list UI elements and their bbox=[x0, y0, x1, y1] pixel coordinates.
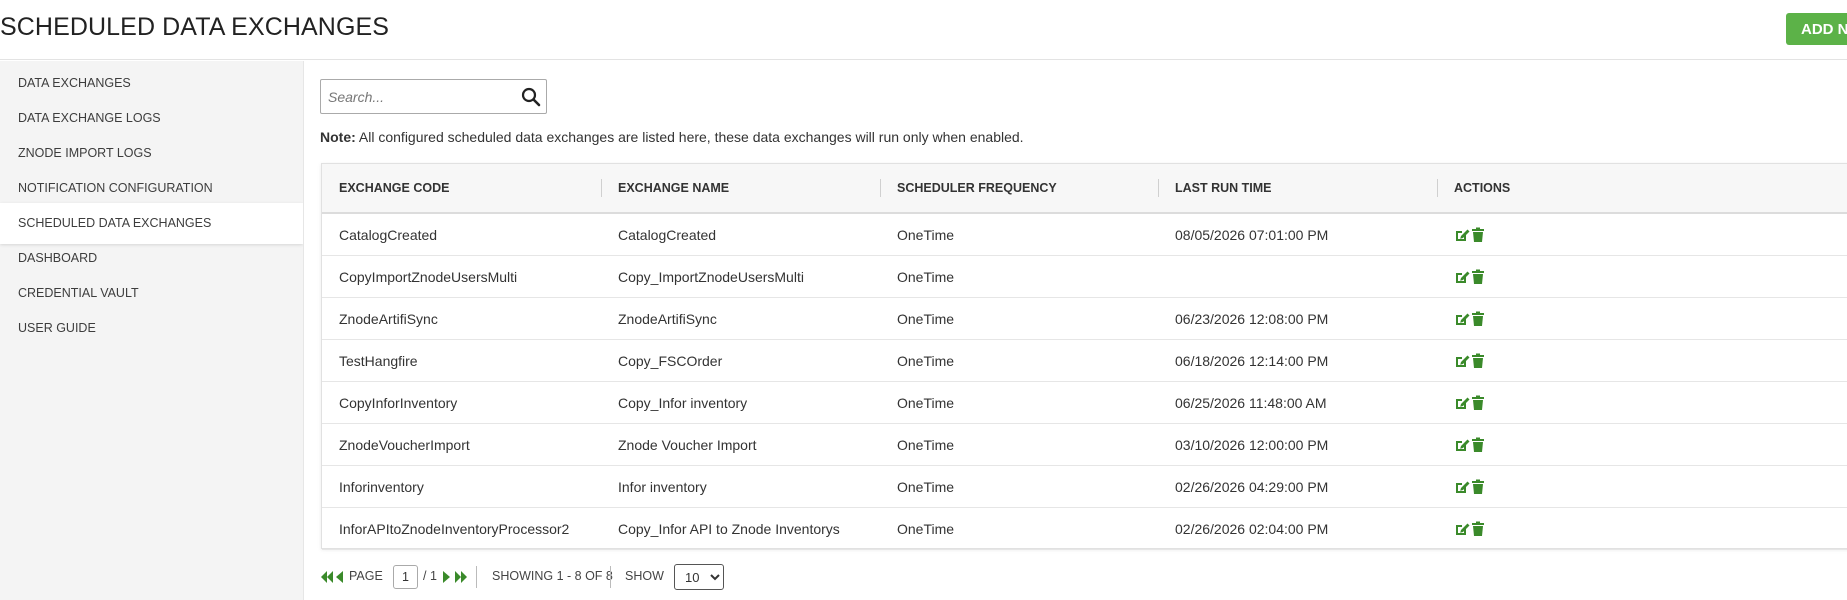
last-run-time-cell: 06/25/2026 11:48:00 AM bbox=[1175, 395, 1327, 411]
exchange-name-cell: Infor inventory bbox=[618, 479, 707, 495]
last-page-icon[interactable] bbox=[455, 570, 467, 584]
last-run-time-cell: 06/18/2026 12:14:00 PM bbox=[1175, 353, 1329, 369]
delete-icon[interactable] bbox=[1470, 227, 1486, 243]
page-label: PAGE bbox=[349, 569, 383, 583]
edit-icon[interactable] bbox=[1454, 269, 1470, 285]
show-label: SHOW bbox=[625, 569, 664, 583]
table-row: ZnodeVoucherImport Znode Voucher Import On… bbox=[322, 424, 1847, 466]
pagination: PAGE / 1 SHOWING 1 - 8 OF 8 SHOW 10 bbox=[321, 563, 921, 591]
showing-count: SHOWING 1 - 8 OF 8 bbox=[492, 569, 613, 583]
exchange-code-cell: InforAPItoZnodeInventoryProcessor2 bbox=[339, 521, 570, 537]
delete-icon[interactable] bbox=[1470, 479, 1486, 495]
edit-icon[interactable] bbox=[1454, 437, 1470, 453]
sidebar-item-user-guide[interactable]: USER GUIDE bbox=[0, 308, 303, 349]
exchange-code-cell: CopyImportZnodeUsersMulti bbox=[339, 269, 518, 285]
column-divider bbox=[1158, 179, 1159, 197]
edit-icon[interactable] bbox=[1454, 353, 1470, 369]
next-page-icon[interactable] bbox=[443, 570, 450, 584]
note-text: Note: All configured scheduled data exch… bbox=[320, 129, 1024, 145]
table-header: EXCHANGE CODE EXCHANGE NAME SCHEDULER FR… bbox=[322, 164, 1847, 214]
edit-icon[interactable] bbox=[1454, 227, 1470, 243]
delete-icon[interactable] bbox=[1470, 311, 1486, 327]
frequency-cell: OneTime bbox=[897, 227, 955, 243]
table-row: TestHangfire Copy_FSCOrder OneTime 06/18/20… bbox=[322, 340, 1847, 382]
frequency-cell: OneTime bbox=[897, 479, 955, 495]
table-row: InforAPItoZnodeInventoryProcessor2 Copy_I… bbox=[322, 508, 1847, 550]
table-row: ZnodeArtifiSync ZnodeArtifiSync OneTime 06/… bbox=[322, 298, 1847, 340]
frequency-cell: OneTime bbox=[897, 437, 955, 453]
frequency-cell: OneTime bbox=[897, 395, 955, 411]
page-header: SCHEDULED DATA EXCHANGES ADD NEW bbox=[0, 0, 1847, 60]
exchange-code-cell: CopyInforInventory bbox=[339, 395, 458, 411]
column-header-exchange-name[interactable]: EXCHANGE NAME bbox=[618, 164, 729, 212]
last-run-time-cell: 02/26/2026 04:29:00 PM bbox=[1175, 479, 1329, 495]
search-box bbox=[320, 79, 547, 114]
delete-icon[interactable] bbox=[1470, 437, 1486, 453]
exchange-name-cell: Znode Voucher Import bbox=[618, 437, 757, 453]
column-divider bbox=[1437, 179, 1438, 197]
search-input[interactable] bbox=[321, 80, 516, 113]
edit-icon[interactable] bbox=[1454, 479, 1470, 495]
table-row: Inforinventory Infor inventory OneTime 02/2… bbox=[322, 466, 1847, 508]
edit-icon[interactable] bbox=[1454, 311, 1470, 327]
column-header-actions: ACTIONS bbox=[1454, 181, 1511, 195]
edit-icon[interactable] bbox=[1454, 521, 1470, 537]
first-page-icon[interactable] bbox=[321, 570, 333, 584]
delete-icon[interactable] bbox=[1470, 521, 1486, 537]
edit-icon[interactable] bbox=[1454, 395, 1470, 411]
exchange-name-cell: ZnodeArtifiSync bbox=[618, 311, 717, 327]
current-page-input[interactable] bbox=[393, 565, 418, 589]
pager-divider bbox=[610, 566, 611, 588]
page-title: SCHEDULED DATA EXCHANGES bbox=[0, 13, 390, 41]
table-row: CatalogCreated CatalogCreated OneTime 08/05… bbox=[322, 214, 1847, 256]
column-header-exchange-code[interactable]: EXCHANGE CODE bbox=[339, 164, 449, 212]
exchange-name-cell: Copy_ImportZnodeUsersMulti bbox=[618, 269, 804, 285]
last-run-time-cell: 02/26/2026 02:04:00 PM bbox=[1175, 521, 1329, 537]
exchange-code-cell: ZnodeVoucherImport bbox=[339, 437, 470, 453]
add-new-button[interactable]: ADD NEW bbox=[1786, 13, 1847, 45]
total-pages: / 1 bbox=[423, 569, 437, 583]
exchange-code-cell: ZnodeArtifiSync bbox=[339, 311, 438, 327]
page-size-select[interactable]: 10 bbox=[674, 564, 724, 590]
frequency-cell: OneTime bbox=[897, 311, 955, 327]
delete-icon[interactable] bbox=[1470, 395, 1486, 411]
frequency-cell: OneTime bbox=[897, 353, 955, 369]
delete-icon[interactable] bbox=[1470, 269, 1486, 285]
column-divider bbox=[601, 179, 602, 197]
search-icon[interactable] bbox=[520, 86, 542, 108]
previous-page-icon[interactable] bbox=[336, 570, 343, 584]
exchanges-table: EXCHANGE CODE EXCHANGE NAME SCHEDULER FR… bbox=[321, 163, 1847, 550]
note-body: All configured scheduled data exchanges … bbox=[358, 129, 1024, 145]
frequency-cell: OneTime bbox=[897, 269, 955, 285]
last-run-time-cell: 06/23/2026 12:08:00 PM bbox=[1175, 311, 1329, 327]
last-run-time-cell: 03/10/2026 12:00:00 PM bbox=[1175, 437, 1329, 453]
main-content: Note: All configured scheduled data exch… bbox=[303, 61, 1847, 600]
exchange-name-cell: Copy_Infor inventory bbox=[618, 395, 748, 411]
table-row: CopyInforInventory Copy_Infor inventory On… bbox=[322, 382, 1847, 424]
exchange-code-cell: TestHangfire bbox=[339, 353, 418, 369]
exchange-code-cell: CatalogCreated bbox=[339, 227, 438, 243]
column-header-scheduler-frequency[interactable]: SCHEDULER FREQUENCY bbox=[897, 164, 1057, 212]
pager-divider bbox=[476, 566, 477, 588]
frequency-cell: OneTime bbox=[897, 521, 955, 537]
delete-icon[interactable] bbox=[1470, 353, 1486, 369]
column-divider bbox=[880, 179, 881, 197]
note-label: Note: bbox=[320, 129, 356, 145]
column-header-last-run-time[interactable]: LAST RUN TIME bbox=[1175, 164, 1272, 212]
exchange-name-cell: Copy_Infor API to Znode Inventorys bbox=[618, 521, 840, 537]
sidebar: DATA EXCHANGES DATA EXCHANGE LOGS ZNODE … bbox=[0, 61, 303, 600]
exchange-code-cell: Inforinventory bbox=[339, 479, 424, 495]
last-run-time-cell: 08/05/2026 07:01:00 PM bbox=[1175, 227, 1329, 243]
exchange-name-cell: CatalogCreated bbox=[618, 227, 717, 243]
exchange-name-cell: Copy_FSCOrder bbox=[618, 353, 723, 369]
table-row: CopyImportZnodeUsersMulti Copy_ImportZnod… bbox=[322, 256, 1847, 298]
